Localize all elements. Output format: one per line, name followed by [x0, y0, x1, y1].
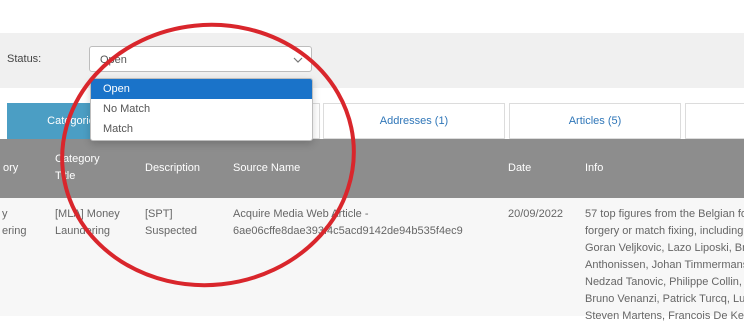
tab-addresses[interactable]: Addresses (1): [323, 103, 505, 139]
table-row: y ering [MLA] Money Laundering [SPT] Sus…: [0, 198, 744, 322]
status-option-match[interactable]: Match: [91, 119, 312, 139]
cell-description-line2: Suspected: [145, 225, 197, 237]
header-category: ory: [3, 162, 19, 174]
header-date: Date: [508, 162, 532, 174]
cell-category-title-line1: [MLA] Money: [55, 208, 120, 220]
header-info: Info: [585, 162, 604, 174]
chevron-down-icon: [293, 57, 303, 63]
tab-more[interactable]: [685, 103, 744, 139]
status-label: Status:: [7, 53, 42, 65]
status-selected-value: Open: [100, 54, 127, 66]
cell-info-line: Steven Martens, Francois De Kee: [585, 310, 744, 322]
cell-source-name-line2[interactable]: 6ae06cffe8dae393f4c5acd9142de94b535f4ec9: [233, 223, 463, 240]
cell-description-line1: [SPT]: [145, 208, 173, 220]
cell-category-line2: ering: [2, 225, 27, 237]
status-select[interactable]: Open: [89, 46, 312, 72]
cell-info-line: forgery or match fixing, including: [585, 225, 744, 237]
cell-date: 20/09/2022: [508, 208, 564, 220]
cell-info-line: 57 top figures from the Belgian fo: [585, 208, 744, 220]
status-option-open[interactable]: Open: [91, 79, 312, 99]
status-dropdown-list: Open No Match Match: [90, 78, 313, 141]
table-header: ory Category Title Description Source Na…: [0, 139, 744, 198]
cell-info-line: Anthonissen, Johan Timmermans: [585, 259, 744, 271]
cell-info-line: Bruno Venanzi, Patrick Turcq, Luc: [585, 293, 744, 305]
header-category-title-line2: Title: [55, 170, 76, 182]
status-option-no-match[interactable]: No Match: [91, 99, 312, 119]
cell-info-line: Nedzad Tanovic, Philippe Collin,: [585, 276, 742, 288]
cell-info-line: Goran Veljkovic, Lazo Liposki, Bra: [585, 242, 744, 254]
header-source-name: Source Name: [233, 162, 301, 174]
tab-articles[interactable]: Articles (5): [509, 103, 681, 139]
header-category-title-line1: Category: [55, 153, 100, 165]
cell-source-name-line1[interactable]: Acquire Media Web Article -: [233, 206, 369, 223]
cell-category-line1: y: [2, 208, 8, 220]
header-description: Description: [145, 162, 201, 174]
cell-category-title-line2: Laundering: [55, 225, 111, 237]
